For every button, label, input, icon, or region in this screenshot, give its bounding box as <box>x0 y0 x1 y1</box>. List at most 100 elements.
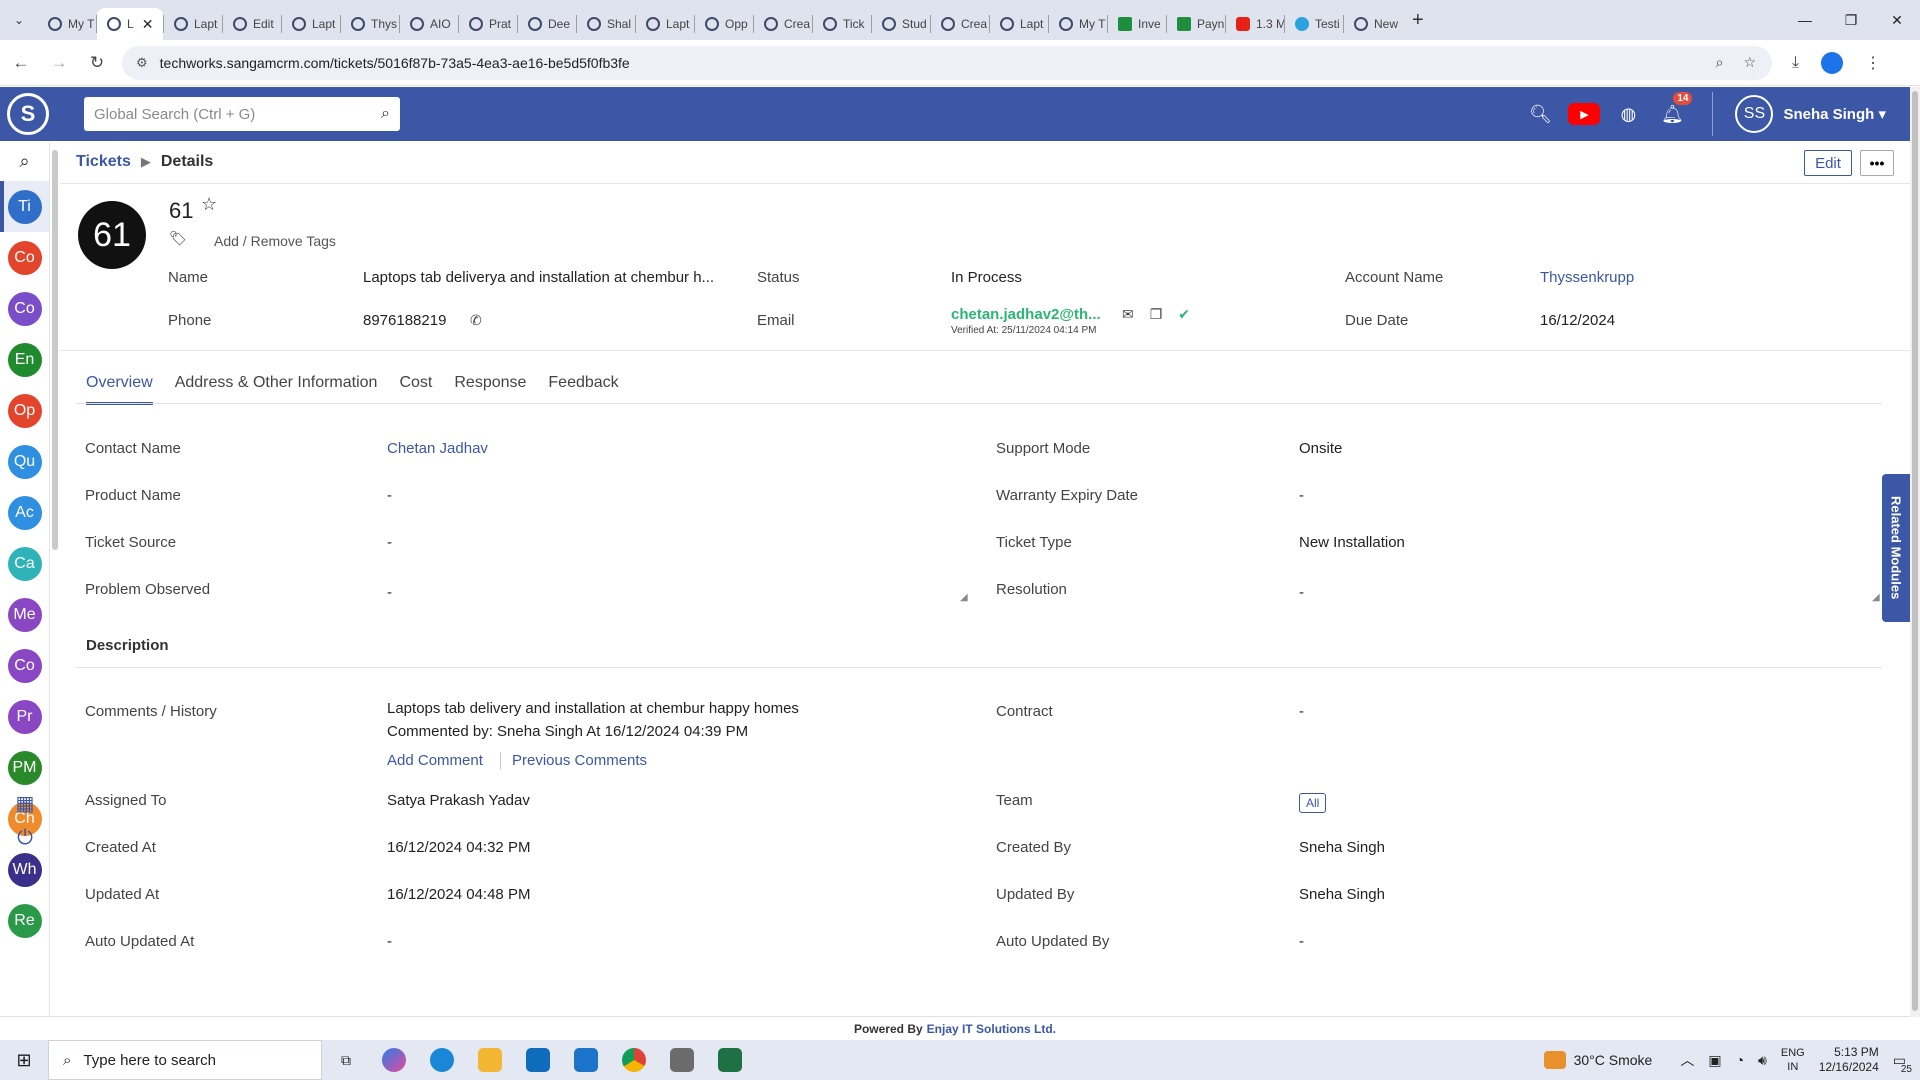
footer-brand-link[interactable]: Enjay IT Solutions Ltd. <box>927 1022 1056 1036</box>
power-icon[interactable]: ⏻ <box>0 827 50 850</box>
browser-tab[interactable]: Payn <box>1167 8 1225 40</box>
site-settings-icon[interactable]: ⚙ <box>136 55 148 71</box>
module-item[interactable]: Co <box>0 232 49 283</box>
edge-icon[interactable] <box>418 1040 466 1080</box>
app-logo[interactable]: S <box>0 87 56 141</box>
more-actions-button[interactable]: ••• <box>1860 150 1894 176</box>
browser-tab[interactable]: L ✕ <box>97 8 163 40</box>
search-icon[interactable]: ⌕ <box>381 105 390 123</box>
forward-arrow-icon[interactable]: → <box>42 46 76 80</box>
browser-tab[interactable]: My T <box>1049 8 1107 40</box>
module-item[interactable]: Op <box>0 385 49 436</box>
restore-icon[interactable]: ❐ <box>1828 0 1874 40</box>
browser-tab[interactable]: New <box>1344 8 1402 40</box>
copilot-icon[interactable] <box>370 1040 418 1080</box>
browser-tab[interactable]: Thys <box>341 8 399 40</box>
file-explorer-icon[interactable] <box>466 1040 514 1080</box>
tray-chevron-icon[interactable]: ︿ <box>1680 1050 1694 1070</box>
resolution-value[interactable]: - <box>1299 584 1304 601</box>
chrome-icon[interactable] <box>610 1040 658 1080</box>
browser-tab[interactable]: Opp <box>695 8 753 40</box>
browser-tab[interactable]: AIO <box>400 8 458 40</box>
tab-feedback[interactable]: Feedback <box>548 374 618 405</box>
module-item[interactable]: Qu <box>0 436 49 487</box>
outlook-icon[interactable] <box>514 1040 562 1080</box>
address-bar[interactable]: ⚙ techworks.sangamcrm.com/tickets/5016f8… <box>122 45 1772 80</box>
browser-tab[interactable]: Prat <box>459 8 517 40</box>
send-email-icon[interactable]: ✉ <box>1122 306 1134 323</box>
browser-tab[interactable]: Lapt <box>636 8 694 40</box>
user-avatar[interactable]: SS <box>1735 95 1774 133</box>
new-tab-plus-icon[interactable]: + <box>1412 9 1424 32</box>
action-center-icon[interactable]: ▭ 25 <box>1893 1052 1912 1075</box>
rail-scrollbar[interactable] <box>52 150 58 550</box>
module-item[interactable]: Pr <box>0 691 49 742</box>
bookmark-star-icon[interactable]: ☆ <box>1743 54 1756 71</box>
module-item[interactable]: Co <box>0 283 49 334</box>
volume-icon[interactable]: 🔊︎ <box>1758 1052 1767 1069</box>
global-search-input[interactable] <box>94 105 382 123</box>
browser-tab[interactable]: Tick <box>813 8 871 40</box>
outlook-new-icon[interactable] <box>562 1040 610 1080</box>
browser-tab[interactable]: Edit <box>223 8 281 40</box>
module-item[interactable]: En <box>0 334 49 385</box>
language-indicator[interactable]: ENG IN <box>1781 1046 1805 1074</box>
back-arrow-icon[interactable]: ← <box>4 46 38 80</box>
profile-avatar-icon[interactable] <box>1821 51 1844 74</box>
account-name-link[interactable]: Thyssenkrupp <box>1540 269 1634 286</box>
meet-icon[interactable]: ▣ <box>1708 1052 1721 1069</box>
zoom-icon[interactable]: ⌕ <box>1716 54 1724 71</box>
module-item[interactable]: Re <box>0 895 49 946</box>
browser-tab[interactable]: Dee <box>518 8 576 40</box>
module-item[interactable]: Ti <box>0 181 49 232</box>
close-window-icon[interactable]: ✕ <box>1874 0 1920 40</box>
document-search-icon[interactable]: 🔍︎ <box>1518 104 1562 125</box>
browser-tab[interactable]: Crea <box>931 8 989 40</box>
taskbar-search[interactable]: ⌕ Type here to search <box>48 1040 322 1080</box>
close-tab-icon[interactable]: ✕ <box>142 16 154 33</box>
download-icon[interactable]: ⤓ <box>1792 54 1799 72</box>
task-view-icon[interactable]: ⧉ <box>322 1040 370 1080</box>
copy-icon[interactable]: ❐ <box>1150 306 1163 323</box>
page-scrollbar-thumb[interactable] <box>1912 91 1918 1011</box>
excel-icon[interactable] <box>706 1040 754 1080</box>
module-item[interactable]: Ca <box>0 538 49 589</box>
whatsapp-icon[interactable]: ✆ <box>470 312 482 329</box>
browser-tab[interactable]: 1.3 M <box>1226 8 1284 40</box>
intercom-icon[interactable]: ▦ <box>0 791 50 816</box>
module-search-icon[interactable]: ⌕ <box>0 141 49 181</box>
tab-overview[interactable]: Overview <box>86 374 153 405</box>
browser-tab[interactable]: Testi <box>1285 8 1343 40</box>
browser-tab[interactable]: Shal <box>577 8 635 40</box>
weather-widget[interactable]: 30°C Smoke <box>1543 1051 1652 1069</box>
resize-grip-icon[interactable]: ◢ <box>960 592 968 603</box>
app-icon[interactable] <box>658 1040 706 1080</box>
email-value[interactable]: chetan.jadhav2@th... <box>951 306 1101 323</box>
browser-menu-icon[interactable]: ⋮ <box>1865 53 1881 73</box>
module-item[interactable]: Wh <box>0 844 49 895</box>
minimize-icon[interactable]: — <box>1782 0 1828 40</box>
add-remove-tags-link[interactable]: Add / Remove Tags <box>214 233 336 249</box>
clock[interactable]: 5:13 PM 12/16/2024 <box>1819 1045 1879 1075</box>
wifi-icon[interactable]: ◔ <box>1736 1052 1744 1068</box>
browser-tab[interactable]: Lapt <box>164 8 222 40</box>
tab-search-chevron-icon[interactable]: ⌄ <box>0 0 38 40</box>
browser-tab[interactable]: My T <box>38 8 96 40</box>
user-menu[interactable]: Sneha Singh ▾ <box>1783 105 1886 123</box>
related-modules-button[interactable]: Related Modules <box>1882 474 1910 622</box>
browser-tab[interactable]: Crea <box>754 8 812 40</box>
page-scrollbar[interactable] <box>1910 87 1920 1017</box>
previous-comments-link[interactable]: Previous Comments <box>512 752 647 769</box>
browser-tab[interactable]: Stud <box>872 8 930 40</box>
module-item[interactable]: Co <box>0 640 49 691</box>
edit-button[interactable]: Edit <box>1804 150 1852 176</box>
windows-start-icon[interactable]: ⊞ <box>0 1050 48 1071</box>
tab-address-other-info[interactable]: Address & Other Information <box>175 374 378 405</box>
reload-icon[interactable]: ↻ <box>80 46 114 80</box>
tab-response[interactable]: Response <box>454 374 526 405</box>
bell-icon[interactable]: 🔔︎ 14 <box>1650 91 1694 125</box>
contact-name-link[interactable]: Chetan Jadhav <box>387 440 488 457</box>
tab-cost[interactable]: Cost <box>399 374 432 405</box>
resize-grip-icon[interactable]: ◢ <box>1872 592 1880 603</box>
youtube-icon[interactable]: ▶ <box>1562 103 1606 125</box>
